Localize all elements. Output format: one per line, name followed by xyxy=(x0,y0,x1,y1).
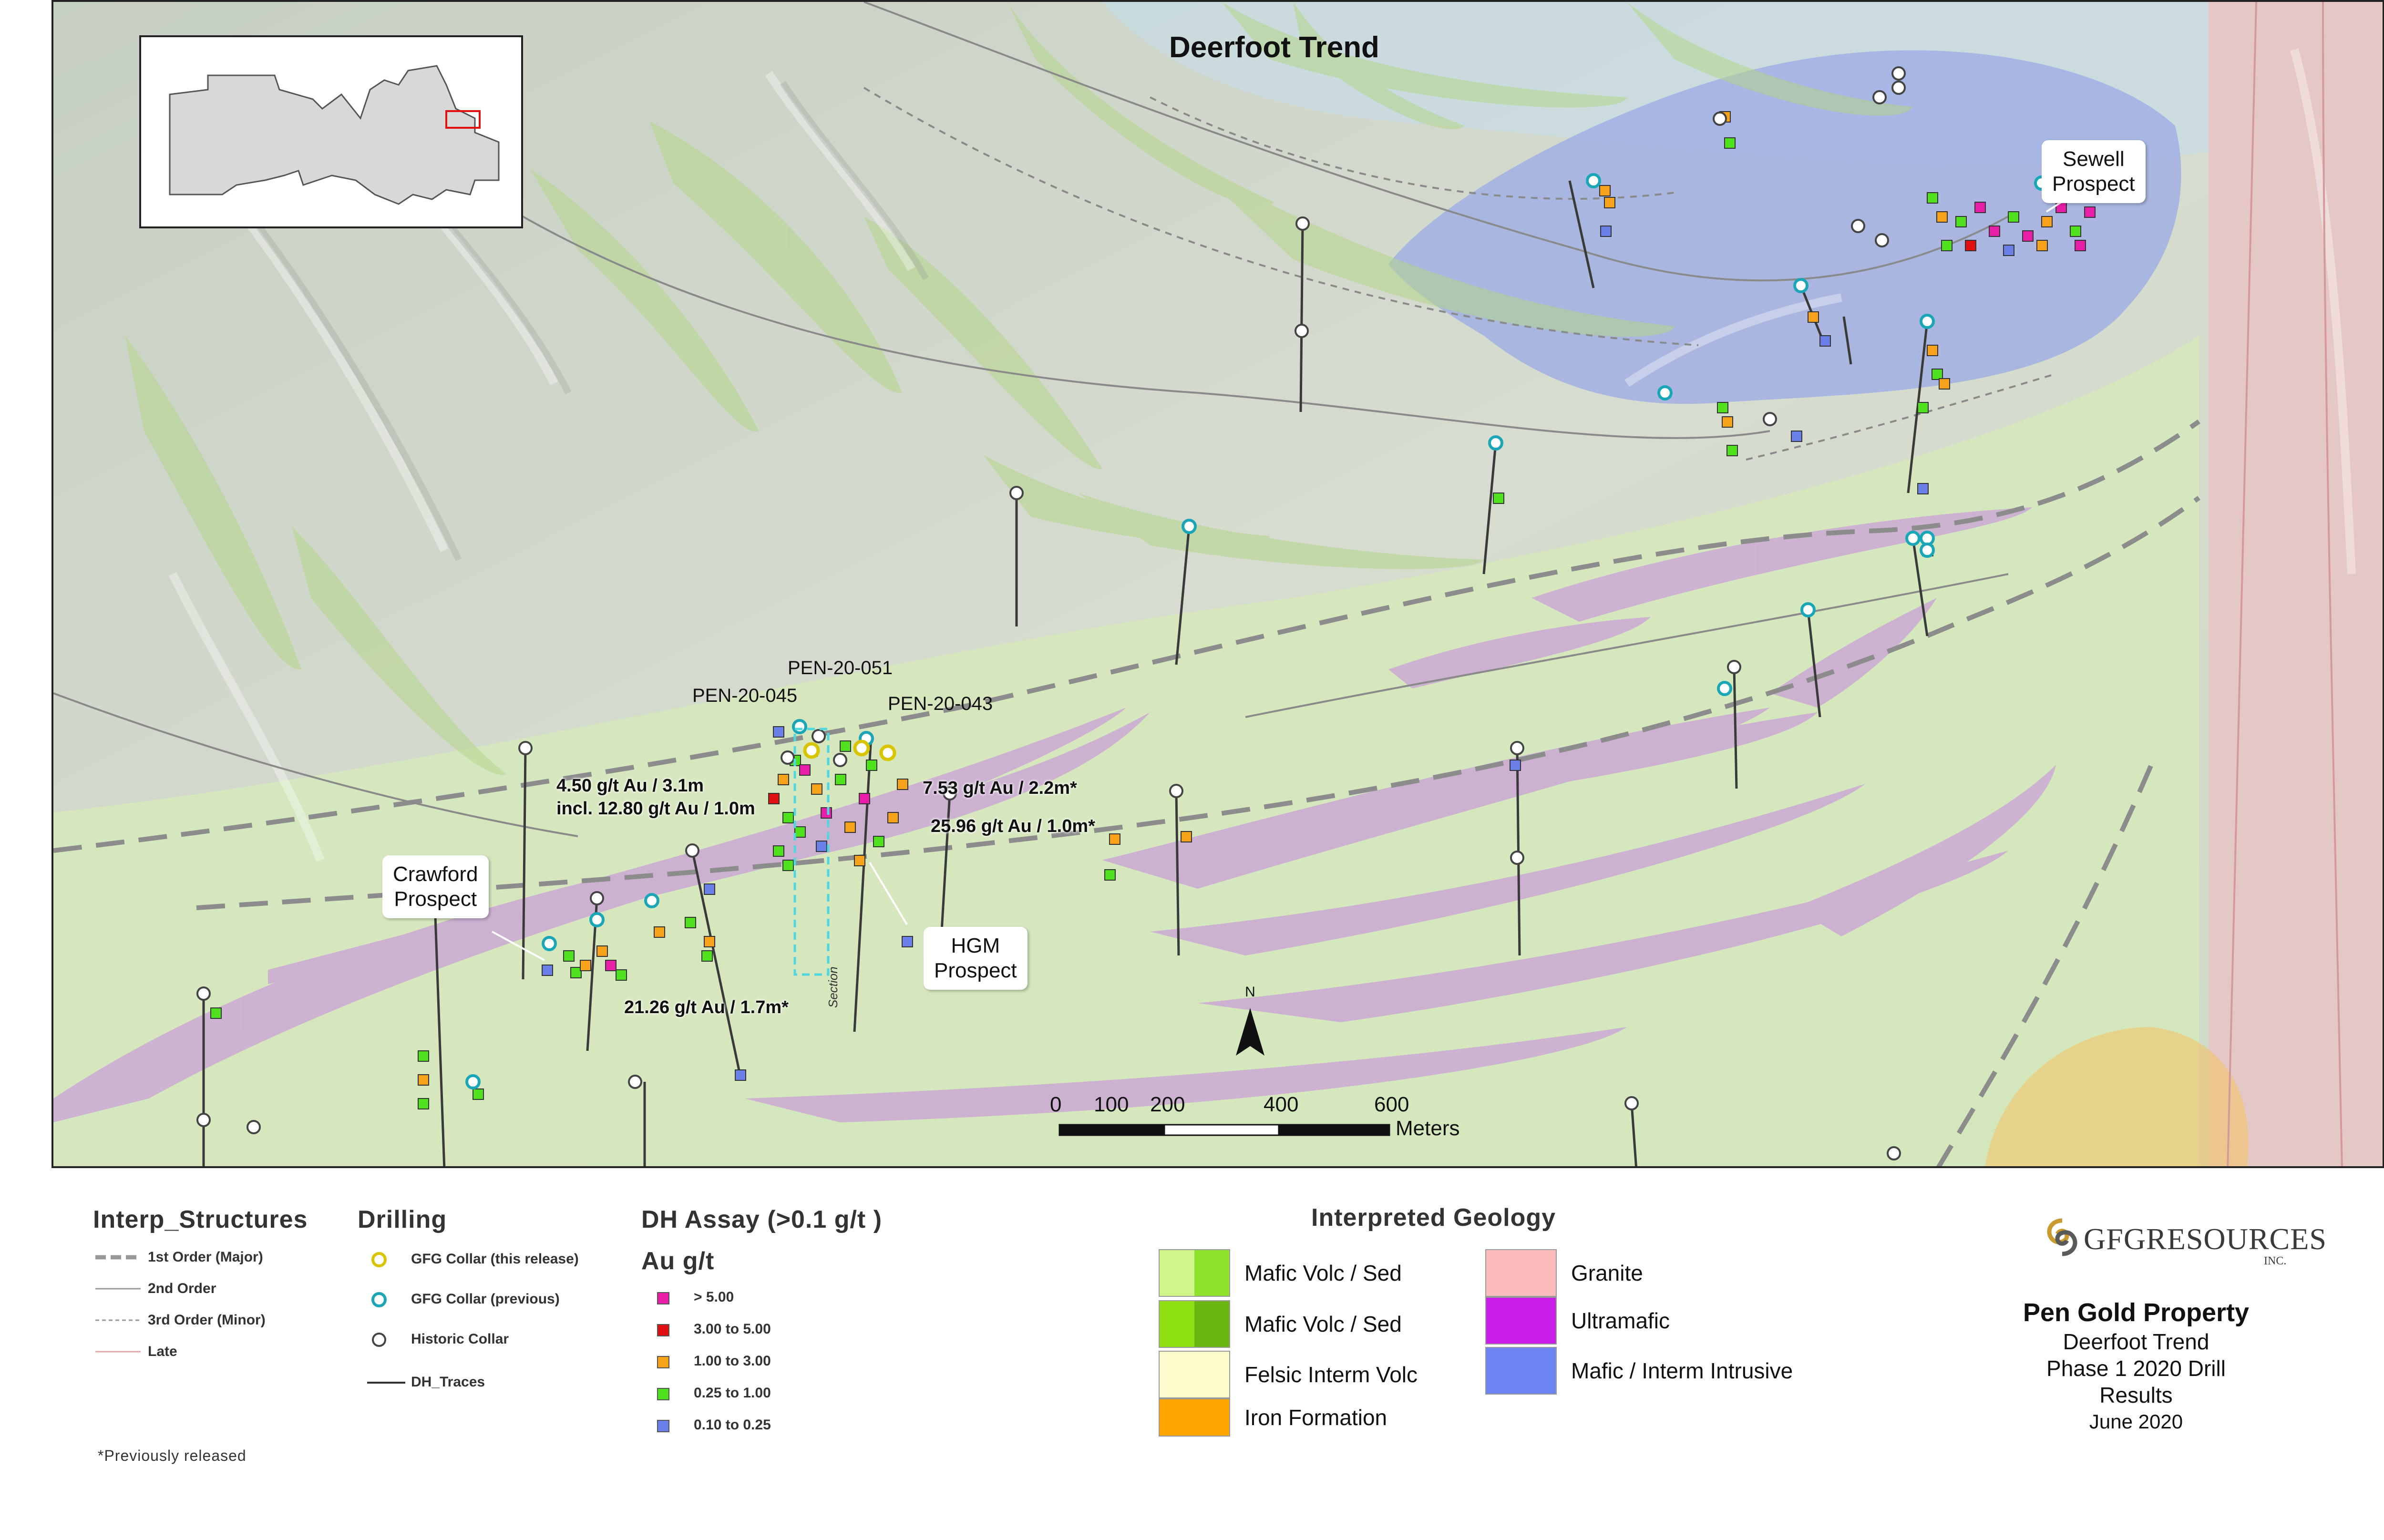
scale-tick-400: 400 xyxy=(1264,1093,1299,1116)
legend-drilling-item: DH_Traces xyxy=(411,1374,485,1390)
hole-label-pen-20-045: PEN-20-045 xyxy=(692,685,798,706)
geology-swatch xyxy=(1159,1300,1230,1348)
geology-label: Mafic Volc / Sed xyxy=(1244,1261,1402,1285)
geology-label: Granite xyxy=(1571,1261,1643,1285)
geology-legend-item: Ultramafic xyxy=(1485,1297,1670,1345)
inset-property-outline-svg xyxy=(169,65,500,205)
historic-collar-icon xyxy=(372,1333,386,1347)
gfg-release-collar-icon xyxy=(371,1252,387,1267)
geology-legend-item: Granite xyxy=(1485,1249,1643,1297)
north-label: N xyxy=(1245,984,1255,1000)
scale-tick-100: 100 xyxy=(1094,1093,1129,1116)
legend-drilling-item: GFG Collar (previous) xyxy=(411,1291,560,1307)
gfg-brand-name: GFGRESOURCES xyxy=(2084,1222,2327,1256)
hole-label-pen-20-043: PEN-20-043 xyxy=(888,693,993,714)
geology-legend-item: Mafic / Interm Intrusive xyxy=(1485,1347,1793,1395)
legend-structure-item: 3rd Order (Minor) xyxy=(148,1312,266,1328)
title-property: Pen Gold Property xyxy=(2023,1298,2250,1327)
assay-label: 1.00 to 3.00 xyxy=(694,1353,771,1369)
scale-tick-0: 0 xyxy=(1050,1093,1062,1116)
scale-bar xyxy=(1058,1124,1390,1136)
geology-swatch xyxy=(1485,1347,1557,1395)
assay-swatch xyxy=(657,1420,669,1432)
structure-line-swatches xyxy=(95,1255,141,1353)
legend-assay-title: DH Assay (>0.1 g/t ) xyxy=(641,1206,883,1233)
assay-label-line: 4.50 g/t Au / 3.1m xyxy=(556,776,704,796)
title-date: June 2020 xyxy=(2089,1410,2183,1433)
assay-label: 3.00 to 5.00 xyxy=(694,1321,771,1337)
gfg-brand-suffix: INC. xyxy=(2264,1255,2287,1267)
geology-label: Felsic Interm Volc xyxy=(1244,1362,1418,1387)
scale-units: Meters xyxy=(1396,1117,1460,1140)
geology-swatch xyxy=(1159,1398,1230,1437)
geology-legend-item: Mafic Volc / Sed xyxy=(1159,1300,1402,1348)
assay-label-line: incl. 12.80 g/t Au / 1.0m xyxy=(556,799,755,819)
geology-label: Mafic Volc / Sed xyxy=(1244,1312,1402,1336)
gfg-swirl-icon xyxy=(2047,1218,2077,1256)
assay-label-21-26: 21.26 g/t Au / 1.7m* xyxy=(624,997,789,1017)
geology-legend-item: Iron Formation xyxy=(1159,1398,1387,1437)
assay-label: > 5.00 xyxy=(694,1289,734,1305)
assay-swatch xyxy=(657,1388,669,1400)
legend-structure-item: Late xyxy=(148,1344,177,1359)
geology-swatch xyxy=(1159,1351,1230,1398)
section-label: Section xyxy=(826,966,840,1008)
assay-label: 0.10 to 0.25 xyxy=(694,1417,771,1433)
geology-swatch xyxy=(1485,1297,1557,1345)
drilling-symbol-swatches xyxy=(367,1252,405,1384)
legend-geology-title: Interpreted Geology xyxy=(1311,1204,1556,1232)
scale-tick-200: 200 xyxy=(1150,1093,1185,1116)
legend-drilling-item: GFG Collar (this release) xyxy=(411,1251,579,1267)
legend-structure-item: 2nd Order xyxy=(148,1281,216,1296)
gfg-previous-collar-icon xyxy=(371,1292,387,1307)
locator-inset xyxy=(139,35,523,228)
geology-legend-item: Mafic Volc / Sed xyxy=(1159,1249,1402,1297)
title-phase: Phase 1 2020 Drill Results xyxy=(2046,1356,2226,1407)
geology-label: Ultramafic xyxy=(1571,1308,1670,1333)
geology-legend-item: Felsic Interm Volc xyxy=(1159,1351,1418,1398)
geology-label: Iron Formation xyxy=(1244,1405,1387,1430)
legend-drilling-title: Drilling xyxy=(358,1206,447,1233)
footnote: *Previously released xyxy=(98,1447,247,1464)
crawford-prospect-callout: Crawford Prospect xyxy=(382,855,489,918)
hgm-prospect-callout: HGM Prospect xyxy=(924,927,1028,990)
scale-tick-600: 600 xyxy=(1374,1093,1409,1116)
assay-swatch xyxy=(657,1292,669,1304)
geology-swatch xyxy=(1159,1249,1230,1297)
assay-swatch xyxy=(657,1324,669,1336)
map-panel: Deerfoot Trend Sewell Prospect Crawford … xyxy=(51,0,2384,1168)
geology-swatch xyxy=(1485,1249,1557,1297)
assay-label-7-53: 7.53 g/t Au / 2.2m* xyxy=(923,778,1077,798)
title-trend: Deerfoot Trend xyxy=(2063,1329,2209,1354)
map-title: Deerfoot Trend xyxy=(1169,31,1379,64)
sewell-prospect-callout: Sewell Prospect xyxy=(2042,140,2146,203)
legend-structures-title: Interp_Structures xyxy=(93,1206,308,1233)
legend-drilling-item: Historic Collar xyxy=(411,1331,509,1347)
legend-assay-subtitle: Au g/t xyxy=(641,1247,715,1275)
assay-label-25-96: 25.96 g/t Au / 1.0m* xyxy=(931,816,1095,836)
title-block: Pen Gold Property Deerfoot Trend Phase 1… xyxy=(2007,1297,2265,1435)
granite-zone xyxy=(2209,2,2383,1166)
legend-structure-item: 1st Order (Major) xyxy=(148,1249,263,1265)
geology-label: Mafic / Interm Intrusive xyxy=(1571,1358,1793,1383)
assay-label-pen-20-045: 4.50 g/t Au / 3.1m incl. 12.80 g/t Au / … xyxy=(556,774,755,820)
assay-swatch xyxy=(657,1356,669,1368)
assay-label: 0.25 to 1.00 xyxy=(694,1385,771,1401)
hole-label-pen-20-051: PEN-20-051 xyxy=(788,657,893,678)
